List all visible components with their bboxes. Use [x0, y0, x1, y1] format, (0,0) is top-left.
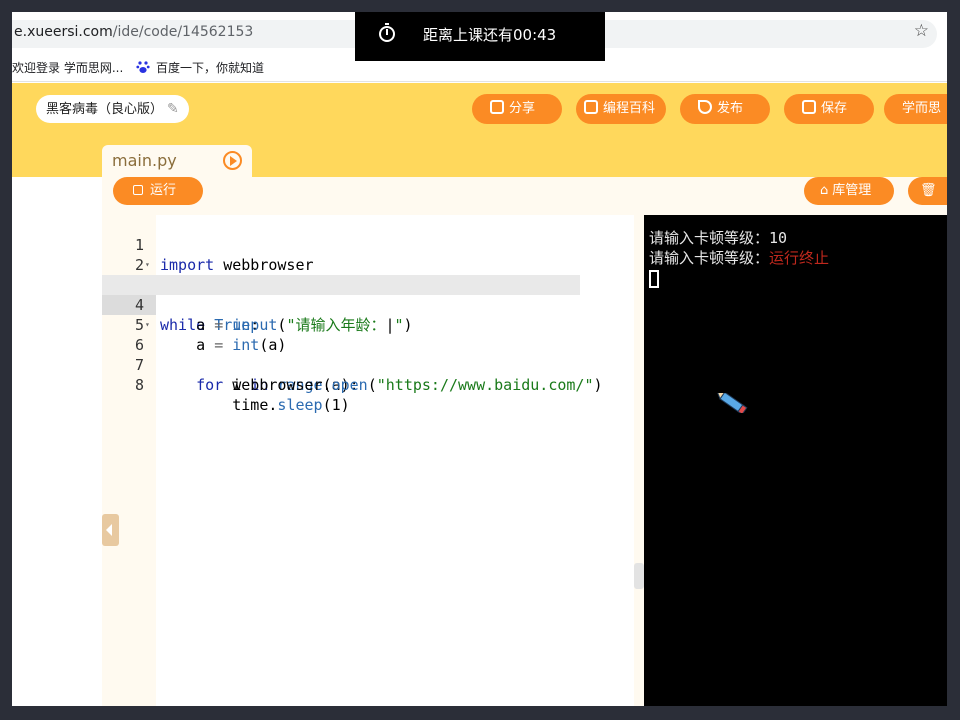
library-manager-label: 库管理 [832, 183, 872, 198]
code-line[interactable]: 2 import time [102, 235, 634, 294]
console-error: 运行终止 [769, 249, 830, 267]
output-console[interactable]: 请输入卡顿等级：10 请输入卡顿等级：运行终止 [644, 215, 947, 706]
project-title: 黑客病毒（良心版） [46, 102, 164, 117]
paper-plane-icon [698, 100, 712, 114]
code-line[interactable]: 8 time.sleep(1) [102, 355, 634, 414]
encyclopedia-button[interactable]: 编程百科 [576, 94, 666, 124]
resize-handle[interactable] [634, 563, 644, 589]
encyclopedia-button-label: 编程百科 [603, 101, 656, 116]
code-line-active[interactable]: 4 a = input("请输入年龄：|") [102, 275, 580, 334]
play-circle-icon[interactable] [223, 151, 242, 170]
line-number: 8 [134, 376, 144, 394]
url-path: /ide/code/14562153 [112, 24, 254, 40]
code-editor[interactable]: 1 import webbrowser 2 import time 3 ▾ wh… [102, 215, 634, 706]
browser-window: e.xueersi.com/ide/code/14562153 ☆ 欢迎登录 学… [12, 12, 947, 706]
trash-icon: 🗑 [920, 183, 937, 198]
xueersi-button[interactable]: 学而思 [884, 94, 947, 124]
tab-filename: main.py [112, 151, 177, 170]
package-icon: ⌂ [820, 183, 829, 198]
share-button-label: 分享 [509, 101, 536, 116]
fold-arrow-icon[interactable]: ▾ [145, 255, 150, 275]
code-line[interactable]: 3 ▾ while True: [102, 255, 634, 334]
edit-pencil-icon[interactable]: ✎ [167, 95, 179, 123]
code-text: time.sleep(1) [160, 396, 350, 414]
run-button-label: 运行 [150, 183, 177, 198]
publish-button-label: 发布 [717, 101, 744, 116]
xueersi-button-label: 学而思 [902, 101, 942, 116]
save-button[interactable]: 保存 [784, 94, 874, 124]
share-button[interactable]: 分享 [472, 94, 562, 124]
book-icon [584, 100, 598, 114]
bookmark-xueersi[interactable]: 欢迎登录 学而思网... [12, 59, 123, 76]
run-button[interactable]: 运行 [113, 177, 203, 205]
class-countdown-overlay: 距离上课还有00:43 [355, 12, 605, 61]
console-input-cursor[interactable] [649, 270, 659, 288]
share-icon [490, 100, 504, 114]
stopwatch-icon [379, 23, 395, 42]
code-line[interactable]: 7 webbrowser.open("https://www.baidu.com… [102, 335, 634, 394]
pane-divider[interactable] [634, 215, 644, 706]
library-manager-button[interactable]: ⌂ 库管理 [804, 177, 894, 205]
play-icon [133, 185, 143, 195]
countdown-text: 距离上课还有00:43 [423, 26, 557, 44]
project-title-pill[interactable]: 黑客病毒（良心版） ✎ [36, 95, 189, 123]
file-sidebar [12, 137, 102, 706]
collapse-sidebar-handle[interactable] [102, 514, 119, 546]
baidu-paw-icon [136, 61, 150, 73]
publish-button[interactable]: 发布 [680, 94, 770, 124]
fold-arrow-icon[interactable]: ▾ [145, 315, 150, 335]
tab-bar: main.py [12, 137, 947, 177]
ide-header: 黑客病毒（良心版） ✎ 分享 编程百科 发布 保存 学而思 [12, 83, 947, 137]
save-icon [802, 100, 816, 114]
bookmark-baidu[interactable]: 百度一下，你就知道 [136, 59, 264, 76]
console-line: 请输入卡顿等级：10 [649, 229, 788, 247]
url-text[interactable]: e.xueersi.com/ide/code/14562153 [14, 24, 253, 40]
code-line[interactable]: 6 ▾ for i in range(a): [102, 315, 634, 394]
url-host: e.xueersi.com [14, 24, 113, 40]
pencil-cursor-icon [716, 393, 748, 413]
editor-toolbar: 运行 ⌂ 库管理 🗑 [102, 177, 947, 215]
code-line[interactable]: 1 import webbrowser [102, 215, 634, 274]
bookmark-baidu-label: 百度一下，你就知道 [156, 61, 265, 75]
console-prompt: 请输入卡顿等级： [649, 249, 770, 267]
tab-main-py[interactable]: main.py [102, 145, 252, 177]
save-button-label: 保存 [821, 101, 848, 116]
code-text: webbrowser.open("https://www.baidu.com/"… [160, 376, 603, 394]
clear-button[interactable]: 🗑 [908, 177, 947, 205]
bookmark-star-icon[interactable]: ☆ [914, 21, 929, 41]
code-line[interactable]: 5 a = int(a) [102, 295, 634, 354]
console-line: 请输入卡顿等级：运行终止 [649, 247, 829, 268]
